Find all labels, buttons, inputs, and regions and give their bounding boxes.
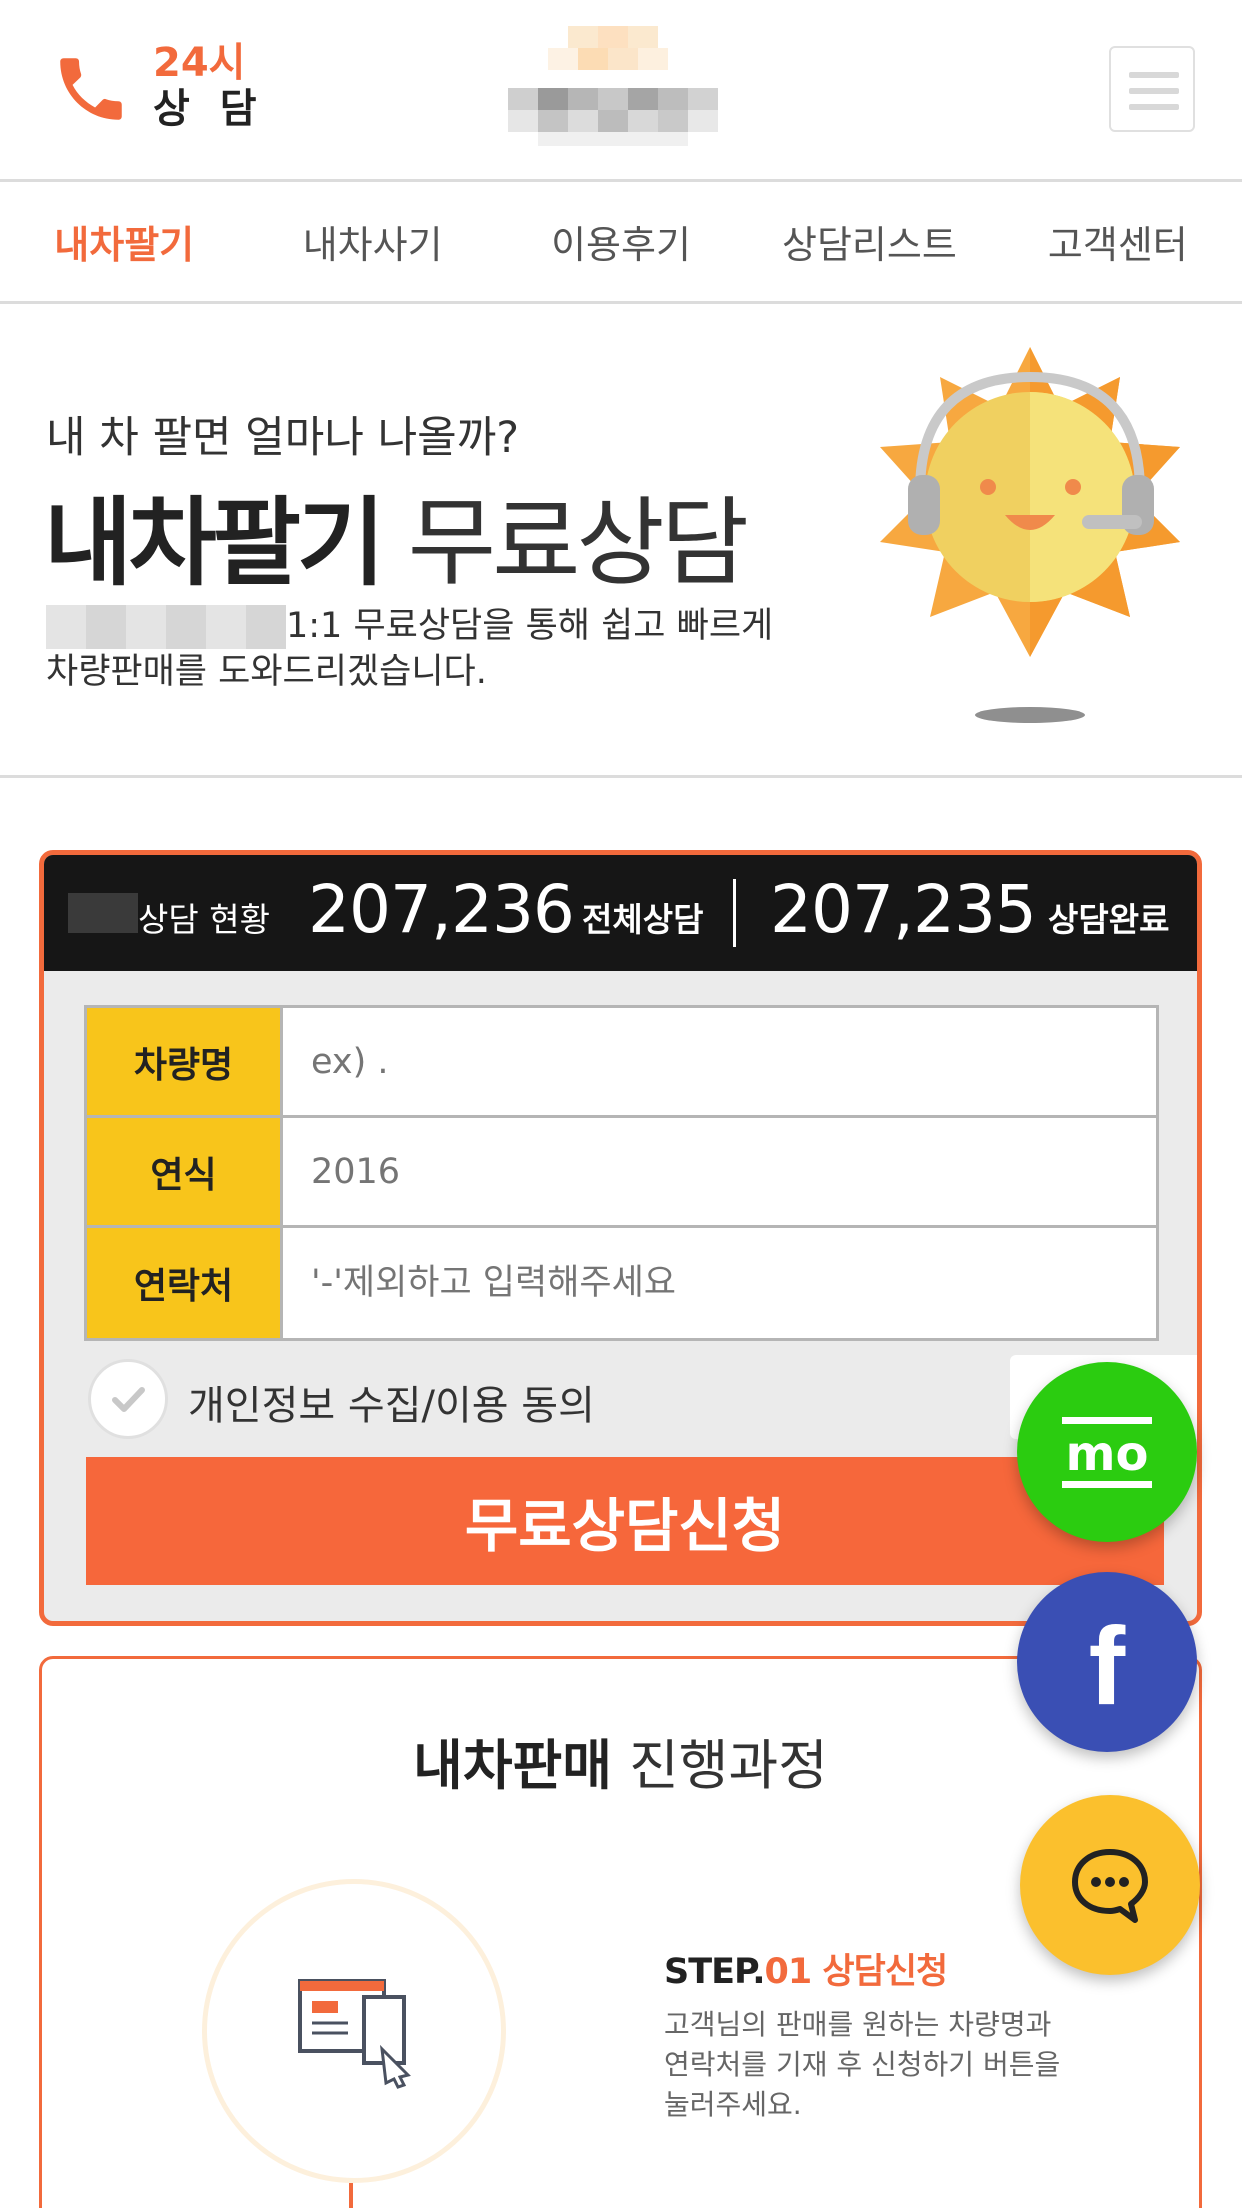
privacy-agree-row: 개인정보 수집/이용 동의 전문 xyxy=(88,1355,1197,1439)
blurred-brand-name xyxy=(68,893,138,933)
car-name-label: 차량명 xyxy=(87,1008,283,1115)
stats-divider xyxy=(733,879,736,947)
chat-consult-button[interactable] xyxy=(1020,1795,1200,1975)
year-label: 연식 xyxy=(87,1118,283,1225)
hero-title-bold: 내차팔기 xyxy=(44,487,385,599)
contact-input[interactable] xyxy=(283,1228,1156,1338)
form-row-contact: 연락처 xyxy=(87,1228,1156,1338)
step-name: 상담신청 xyxy=(822,1952,948,1992)
hero-banner: 내 차 팔면 얼마나 나올까? 내차팔기 무료상담 1:1 무료상담을 통해 쉽… xyxy=(0,305,1242,778)
call-label: 상 담 xyxy=(153,86,265,132)
step-title: STEP.01 상담신청 xyxy=(664,1943,948,1994)
consult-stats-bar: 상담 현황 207,236 전체상담 207,235 상담완료 xyxy=(44,855,1197,971)
step-connector-line xyxy=(349,2183,353,2208)
hero-title-regular: 무료상담 xyxy=(407,487,749,599)
header: 24시 상 담 xyxy=(0,0,1242,182)
process-title-bold: 내차판매 xyxy=(413,1734,612,1797)
form-row-car-name: 차량명 xyxy=(87,1008,1156,1118)
year-input[interactable] xyxy=(283,1118,1156,1225)
mo-share-button[interactable]: mo xyxy=(1017,1362,1197,1542)
call-consult-label[interactable]: 24시 상 담 xyxy=(153,40,265,132)
call-hours: 24시 xyxy=(153,40,246,86)
application-form-icon xyxy=(298,1979,411,2089)
nav-item-consult-list[interactable]: 상담리스트 xyxy=(745,182,993,301)
mo-label: mo xyxy=(1066,1426,1149,1482)
total-consult-count: 207,236 xyxy=(308,871,575,948)
blurred-brand-name xyxy=(46,605,286,649)
check-icon xyxy=(112,1387,145,1412)
hero-subtitle: 내 차 팔면 얼마나 나올까? xyxy=(46,413,520,463)
hero-title: 내차팔기 무료상담 xyxy=(44,465,749,604)
step-description: 고객님의 판매를 원하는 차량명과 연락처를 기재 후 신청하기 버튼을 눌러주… xyxy=(664,2005,1060,2125)
sun-mascot-headset-icon xyxy=(880,347,1180,723)
mo-icon: mo xyxy=(1062,1417,1152,1488)
free-consult-submit-button[interactable]: 무료상담신청 xyxy=(86,1457,1164,1585)
step-desc-line3: 눌러주세요. xyxy=(664,2088,802,2121)
stats-label: 상담 현황 xyxy=(138,900,270,939)
total-consult-label: 전체상담 xyxy=(582,900,704,939)
completed-consult-label: 상담완료 xyxy=(1048,900,1170,939)
sell-process-card: 내차판매 진행과정 STEP.01 상담신청 고객님의 판매를 원하는 차량명과… xyxy=(39,1656,1202,2208)
main-nav: 내차팔기 내차사기 이용후기 상담리스트 고객센터 xyxy=(0,182,1242,304)
facebook-share-button[interactable]: f xyxy=(1017,1572,1197,1752)
form-row-year: 연식 xyxy=(87,1118,1156,1228)
step-desc-line2: 연락처를 기재 후 신청하기 버튼을 xyxy=(664,2048,1061,2081)
privacy-agree-checkbox[interactable] xyxy=(88,1359,168,1439)
phone-icon[interactable] xyxy=(50,48,132,130)
completed-consult-count: 207,235 xyxy=(770,871,1037,948)
nav-item-reviews[interactable]: 이용후기 xyxy=(497,182,745,301)
chat-bubble-icon xyxy=(1072,1849,1148,1923)
facebook-icon: f xyxy=(1088,1604,1126,1728)
process-title-regular: 진행과정 xyxy=(629,1734,828,1797)
hero-desc-line1: 1:1 무료상담을 통해 쉽고 빠르게 xyxy=(286,606,774,646)
contact-label: 연락처 xyxy=(87,1228,283,1338)
nav-item-buy-car[interactable]: 내차사기 xyxy=(248,182,496,301)
hero-description: 1:1 무료상담을 통해 쉽고 빠르게 차량판매를 도와드리겠습니다. xyxy=(46,603,773,695)
step-number: 01 xyxy=(764,1952,813,1992)
step-prefix: STEP. xyxy=(664,1952,766,1992)
process-title: 내차판매 진행과정 xyxy=(42,1721,1199,1800)
hamburger-menu-icon[interactable] xyxy=(1109,46,1195,132)
nav-item-customer-center[interactable]: 고객센터 xyxy=(994,182,1242,301)
car-name-input[interactable] xyxy=(283,1008,1156,1115)
site-logo[interactable] xyxy=(508,26,722,150)
hero-desc-line2: 차량판매를 도와드리겠습니다. xyxy=(46,652,487,692)
consult-form-table: 차량명 연식 연락처 xyxy=(84,1005,1159,1341)
step-desc-line1: 고객님의 판매를 원하는 차량명과 xyxy=(664,2008,1052,2041)
consult-form-card: 상담 현황 207,236 전체상담 207,235 상담완료 차량명 연식 연… xyxy=(39,850,1202,1626)
privacy-agree-label: 개인정보 수집/이용 동의 xyxy=(188,1383,595,1429)
nav-item-sell-car[interactable]: 내차팔기 xyxy=(0,182,248,301)
